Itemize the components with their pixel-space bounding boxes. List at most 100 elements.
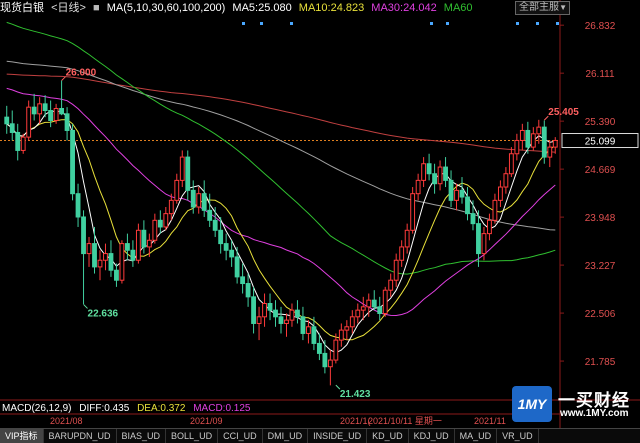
candle-body bbox=[426, 163, 432, 175]
candle-body bbox=[146, 239, 152, 248]
macd-value: MACD:0.125 bbox=[193, 403, 251, 414]
annotation-label: 26.000 bbox=[66, 68, 97, 79]
candle-body bbox=[267, 303, 273, 311]
watermark-logo: 1MY bbox=[512, 386, 552, 422]
candle-body bbox=[256, 316, 262, 324]
candle-body bbox=[443, 166, 448, 181]
candle-body bbox=[108, 253, 114, 271]
candle-body bbox=[366, 299, 372, 308]
candle-body bbox=[371, 299, 377, 308]
candle-body bbox=[437, 166, 443, 185]
candle-body bbox=[245, 283, 251, 298]
macd-label: MACD(26,12,9) bbox=[2, 403, 72, 414]
watermark: 1MY 一买财经 www.1MY.com bbox=[512, 386, 637, 428]
date-label: 2021/1( bbox=[340, 416, 371, 426]
candle-body bbox=[393, 259, 399, 281]
current-price-label: 25.099 bbox=[585, 137, 616, 148]
indicator-tab[interactable]: DMI_UD bbox=[263, 429, 309, 443]
ma-params: MA(5,10,30,60,100,200) bbox=[106, 2, 226, 14]
candle-body bbox=[497, 186, 503, 201]
candle-body bbox=[470, 213, 476, 225]
candle-body bbox=[333, 339, 339, 361]
candle-body bbox=[20, 136, 26, 151]
candle-body bbox=[119, 243, 125, 281]
watermark-url: www.1MY.com bbox=[560, 408, 629, 419]
indicator-tab[interactable]: BOLL_UD bbox=[166, 429, 219, 443]
indicator-dropdown[interactable]: 全部主服 ▼ bbox=[515, 1, 570, 15]
candle-body bbox=[86, 243, 92, 255]
indicator-tab[interactable]: VR_UD bbox=[497, 429, 539, 443]
candle-body bbox=[163, 213, 169, 228]
candle-body bbox=[547, 146, 553, 158]
candle-body bbox=[487, 219, 492, 235]
candle-body bbox=[31, 106, 37, 115]
indicator-tab[interactable]: BARUPDN_UD bbox=[44, 429, 117, 443]
chevron-down-icon: ▼ bbox=[559, 3, 567, 12]
candle-body bbox=[459, 189, 465, 198]
candle-body bbox=[421, 163, 427, 181]
candle-body bbox=[37, 103, 43, 115]
indicator-tab[interactable]: INSIDE_UD bbox=[308, 429, 368, 443]
candle-body bbox=[174, 179, 180, 201]
candle-body bbox=[92, 243, 97, 268]
candle-body bbox=[465, 196, 470, 215]
candle-body bbox=[53, 108, 59, 121]
y-tick-label: 21.785 bbox=[585, 357, 616, 368]
candle-body bbox=[322, 352, 328, 368]
y-tick-label: 26.111 bbox=[585, 69, 615, 80]
y-tick-label: 24.669 bbox=[585, 165, 616, 176]
candle-body bbox=[399, 246, 405, 261]
candle-body bbox=[81, 216, 86, 255]
candle-body bbox=[541, 126, 547, 158]
date-label: 2021/10/11 星期一 bbox=[368, 416, 442, 426]
candle-body bbox=[201, 193, 207, 211]
candle-body bbox=[295, 309, 300, 318]
candle-body bbox=[229, 249, 235, 258]
candle-body bbox=[492, 199, 498, 221]
event-marker bbox=[446, 22, 449, 25]
annotation-label: 21.423 bbox=[340, 389, 371, 400]
candle-body bbox=[196, 193, 202, 208]
candle-body bbox=[152, 219, 158, 241]
candle-body bbox=[448, 179, 454, 201]
candle-body bbox=[234, 256, 240, 278]
candle-body bbox=[59, 108, 65, 115]
ma60-line bbox=[6, 21, 556, 275]
indicator-tab[interactable]: MA_UD bbox=[455, 429, 498, 443]
candle-body bbox=[327, 359, 333, 368]
candle-body bbox=[70, 129, 75, 195]
indicator-tab[interactable]: VIP指标 bbox=[0, 429, 44, 443]
candle-body bbox=[481, 233, 487, 255]
candle-body bbox=[404, 229, 410, 248]
event-marker bbox=[536, 22, 539, 25]
candle-body bbox=[15, 131, 21, 151]
period-label: <日线> bbox=[51, 2, 86, 14]
annotation-label: 25.405 bbox=[548, 107, 579, 118]
candle-body bbox=[114, 269, 119, 281]
date-label: 2021/08 bbox=[50, 416, 83, 426]
candle-body bbox=[130, 249, 136, 261]
candle-body bbox=[212, 219, 218, 231]
indicator-tab[interactable]: BIAS_UD bbox=[117, 429, 167, 443]
candlestick-chart[interactable]: 26.832 26.111 25.390 24.669 23.948 23.227 22.5… bbox=[0, 0, 640, 442]
event-marker bbox=[290, 22, 293, 25]
indicator-tab[interactable]: KD_UD bbox=[367, 429, 409, 443]
candle-body bbox=[141, 229, 147, 248]
macd-dea: DEA:0.372 bbox=[137, 403, 186, 414]
candle-body bbox=[525, 129, 531, 148]
candle-body bbox=[300, 316, 306, 334]
candle-body bbox=[316, 342, 322, 354]
candle-body bbox=[530, 133, 536, 148]
event-marker bbox=[556, 22, 559, 25]
candle-body bbox=[251, 296, 256, 324]
macd-diff: DIFF:0.435 bbox=[79, 403, 130, 414]
candle-body bbox=[218, 229, 224, 245]
indicator-tab[interactable]: CCI_UD bbox=[218, 429, 263, 443]
indicator-tab[interactable]: KDJ_UD bbox=[409, 429, 455, 443]
square-icon: ■ bbox=[92, 2, 100, 14]
candle-body bbox=[124, 243, 130, 251]
macd-header: MACD(26,12,9) DIFF:0.435 DEA:0.372 MACD:… bbox=[2, 403, 255, 414]
candle-body bbox=[273, 309, 278, 318]
candle-body bbox=[207, 209, 213, 221]
ma10-value: MA10:24.823 bbox=[298, 2, 365, 14]
